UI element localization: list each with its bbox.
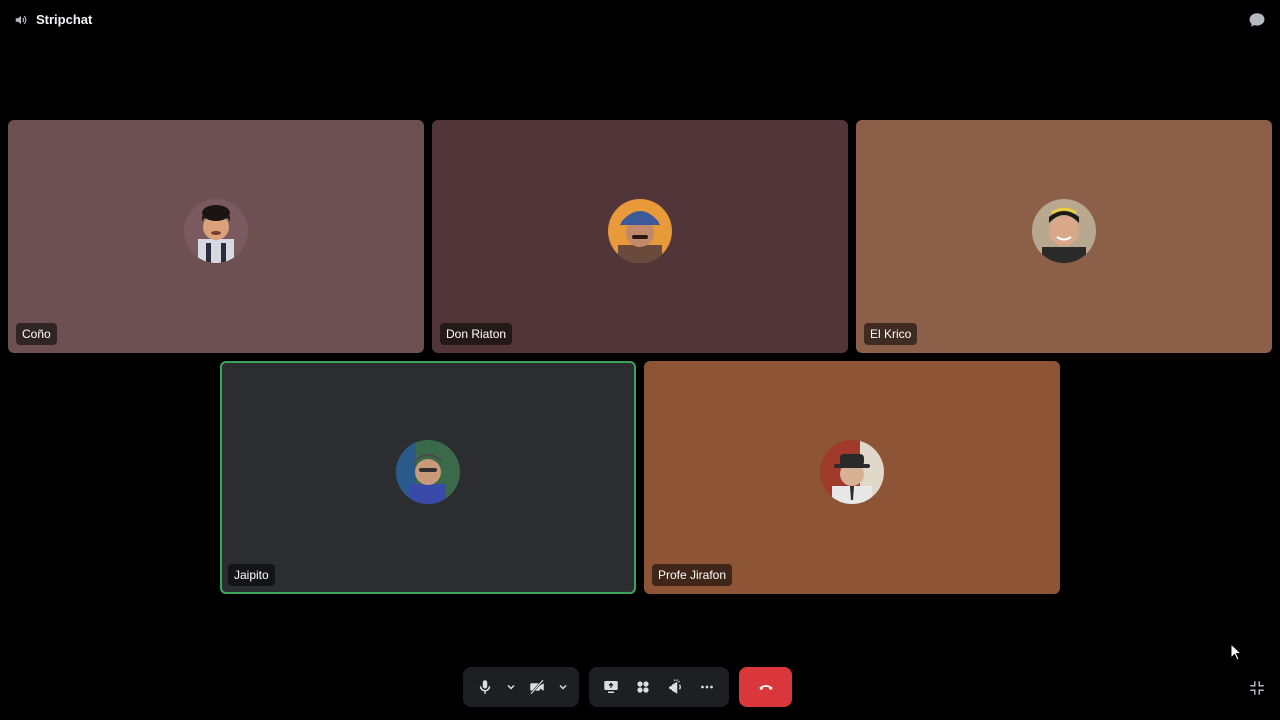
- participant-tile-don-riaton[interactable]: Don Riaton: [432, 120, 848, 353]
- participant-tile-jaipito[interactable]: Jaipito: [220, 361, 636, 594]
- participant-tile-el-krico[interactable]: El Krico: [856, 120, 1272, 353]
- more-options-button[interactable]: [691, 671, 723, 703]
- activities-button[interactable]: [627, 671, 659, 703]
- screen-share-icon: [604, 681, 618, 693]
- exit-fullscreen-icon[interactable]: [1248, 679, 1266, 697]
- mute-button[interactable]: [469, 671, 501, 703]
- participant-name: Don Riaton: [440, 323, 513, 345]
- soundboard-button[interactable]: [659, 671, 691, 703]
- mouse-cursor-icon: [1230, 643, 1242, 661]
- avatar: [396, 439, 460, 504]
- microphone-icon: [479, 680, 491, 694]
- participant-name: Profe Jirafon: [652, 564, 733, 586]
- camera-off-icon: [530, 679, 544, 695]
- participant-name: Coño: [16, 323, 57, 345]
- avatar: [1032, 198, 1096, 263]
- avatar: [184, 198, 248, 263]
- activities-icon: [637, 681, 649, 693]
- participant-tile-cono[interactable]: Coño: [8, 120, 424, 353]
- chevron-down-icon: [559, 684, 567, 690]
- participant-tile-profe-jirafon[interactable]: Profe Jirafon: [644, 361, 1060, 594]
- avatar: [608, 198, 672, 263]
- more-icon: [701, 685, 713, 689]
- soundboard-icon: [669, 679, 681, 694]
- chat-bubble-icon[interactable]: [1248, 11, 1266, 29]
- channel-title: Stripchat: [14, 11, 92, 29]
- participant-name: El Krico: [864, 323, 918, 345]
- camera-button[interactable]: [521, 671, 553, 703]
- share-screen-button[interactable]: [595, 671, 627, 703]
- speaker-icon: [15, 15, 27, 25]
- avatar: [820, 439, 884, 504]
- chevron-down-icon: [507, 684, 515, 690]
- channel-name: Stripchat: [36, 12, 93, 27]
- activities-group: [589, 667, 729, 707]
- video-options-button[interactable]: [553, 671, 573, 703]
- audio-options-button[interactable]: [501, 671, 521, 703]
- disconnect-icon: [758, 685, 773, 690]
- disconnect-button[interactable]: [739, 667, 792, 707]
- call-header: Stripchat: [0, 0, 1280, 40]
- audio-video-group: [463, 667, 579, 707]
- call-controls: [463, 667, 792, 707]
- participant-name: Jaipito: [228, 564, 275, 586]
